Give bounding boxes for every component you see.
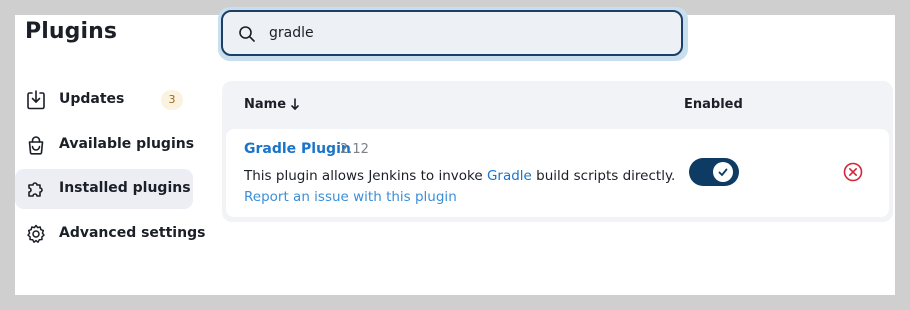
toggle-knob xyxy=(713,162,733,182)
gradle-link[interactable]: Gradle xyxy=(487,168,532,184)
page-title: Plugins xyxy=(25,19,118,44)
check-icon xyxy=(718,168,728,176)
sidebar-item-label: Advanced settings xyxy=(59,225,206,241)
puzzle-icon xyxy=(28,182,43,197)
search-box[interactable] xyxy=(221,10,683,56)
gear-icon xyxy=(27,224,45,243)
sidebar-item-label: Available plugins xyxy=(59,136,195,152)
column-header-enabled: Enabled xyxy=(684,97,743,112)
report-issue-link[interactable]: Report an issue with this plugin xyxy=(244,189,457,205)
sidebar-item-installed-plugins[interactable]: Installed plugins xyxy=(15,169,193,209)
search-icon xyxy=(239,26,255,42)
sidebar-item-label: Updates xyxy=(59,91,125,107)
search-focus-ring xyxy=(218,7,688,61)
plugin-description: This plugin allows Jenkins to invoke Gra… xyxy=(244,168,675,184)
description-text: build scripts directly. xyxy=(531,168,676,184)
sidebar-item-advanced-settings[interactable]: Advanced settings xyxy=(15,214,205,254)
sidebar-item-available-plugins[interactable]: Available plugins xyxy=(15,125,195,165)
updates-count-badge: 3 xyxy=(161,90,183,110)
sidebar-item-updates[interactable]: Updates 3 xyxy=(15,80,193,120)
close-circle-icon[interactable] xyxy=(842,161,864,183)
search-input[interactable] xyxy=(269,21,669,45)
plugin-name-link[interactable]: Gradle Plugin xyxy=(244,141,351,157)
enabled-toggle[interactable] xyxy=(689,158,739,186)
sort-descending-icon[interactable] xyxy=(290,97,300,111)
plugin-version: 2.12 xyxy=(340,142,369,157)
download-icon xyxy=(27,90,45,110)
column-header-name[interactable]: Name xyxy=(244,97,286,112)
sidebar-item-label: Installed plugins xyxy=(59,180,191,196)
shopping-bag-icon xyxy=(28,136,44,155)
description-text: This plugin allows Jenkins to invoke xyxy=(244,168,487,184)
